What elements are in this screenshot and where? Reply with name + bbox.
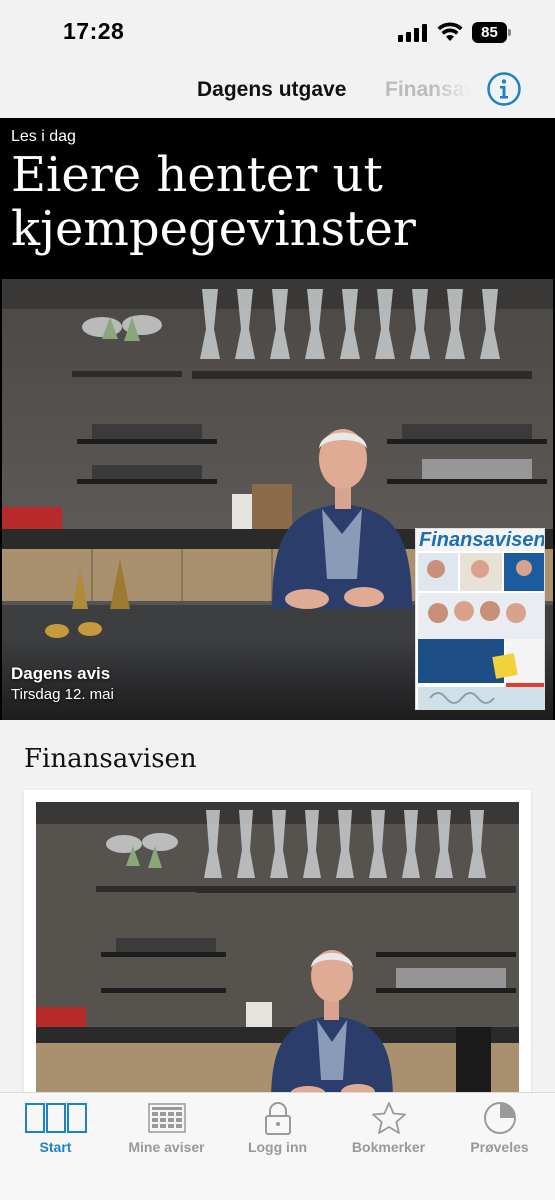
tab-start[interactable]: Start bbox=[0, 1093, 111, 1163]
status-bar: 17:28 85 bbox=[0, 0, 555, 62]
hero-kicker: Les i dag bbox=[11, 128, 76, 145]
tab-mine-aviser-label: Mine aviser bbox=[128, 1139, 205, 1155]
star-icon bbox=[371, 1102, 406, 1134]
tab-bokmerker-label: Bokmerker bbox=[351, 1139, 426, 1155]
status-time: 17:28 bbox=[63, 18, 125, 44]
tab-logg-inn[interactable]: Logg inn bbox=[222, 1093, 333, 1163]
newspaper-card[interactable] bbox=[24, 790, 531, 1110]
newspaper-front-page-image bbox=[36, 802, 519, 1102]
tab-mine-aviser[interactable]: Mine aviser bbox=[111, 1093, 222, 1163]
hero-caption-title: Dagens avis bbox=[11, 664, 111, 683]
tab-bokmerker[interactable]: Bokmerker bbox=[333, 1093, 444, 1163]
tab-proveles-label: Prøveles bbox=[470, 1139, 529, 1155]
tab-finansavisen[interactable]: Finansavisen bbox=[385, 78, 471, 102]
tab-dagens-utgave[interactable]: Dagens utgave bbox=[197, 78, 346, 102]
wifi-icon bbox=[437, 22, 463, 41]
hero-banner[interactable]: Les i dag Eiere henter ut kjempegevinste… bbox=[0, 118, 555, 720]
pie-icon bbox=[483, 1102, 516, 1134]
newspaper-grid-icon bbox=[147, 1103, 186, 1133]
tab-proveles[interactable]: Prøveles bbox=[444, 1093, 555, 1163]
newspaper-section: Finansavisen bbox=[0, 720, 555, 1110]
bottom-tab-bar: Start Mine aviser Logg inn Bokmerker Prø… bbox=[0, 1092, 555, 1200]
cellular-signal-icon bbox=[398, 24, 428, 42]
battery-icon: 85 bbox=[472, 22, 512, 43]
hero-caption-date: Tirsdag 12. mai bbox=[11, 686, 114, 703]
tab-logg-inn-label: Logg inn bbox=[247, 1139, 308, 1155]
info-circle-icon[interactable] bbox=[486, 71, 522, 107]
hero-headline: Eiere henter ut kjempegevinster bbox=[11, 147, 416, 257]
cover-page-image bbox=[416, 551, 544, 709]
battery-level: 85 bbox=[472, 22, 507, 43]
cover-masthead: Finansavisen bbox=[416, 529, 544, 551]
columns-icon bbox=[24, 1103, 87, 1133]
lock-icon bbox=[264, 1102, 291, 1135]
newspaper-cover-thumbnail[interactable]: Finansavisen bbox=[415, 528, 545, 710]
top-navigation: Dagens utgave Finansavisen bbox=[0, 62, 555, 118]
section-title: Finansavisen bbox=[24, 744, 197, 774]
tab-start-label: Start bbox=[39, 1139, 72, 1155]
